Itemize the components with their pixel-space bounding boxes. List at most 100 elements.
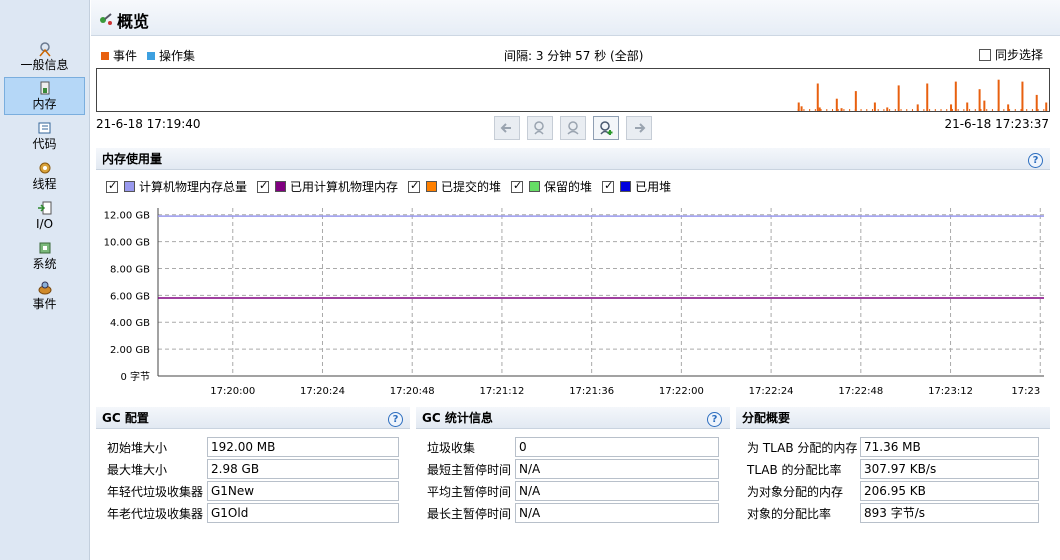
sidebar-item-code[interactable]: 代码 <box>4 117 85 155</box>
row-value[interactable]: 893 字节/s <box>860 503 1039 523</box>
event-tick <box>1043 109 1045 111</box>
row-value[interactable]: 307.97 KB/s <box>860 459 1039 479</box>
allocation-row: 对象的分配比率 893 字节/s <box>747 503 1039 523</box>
gc-stats-row: 平均主暂停时间 N/A <box>427 481 719 501</box>
legend-swatch <box>620 181 632 192</box>
row-value[interactable]: N/A <box>515 459 719 479</box>
legend-label: 保留的堆 <box>544 180 593 194</box>
event-tick <box>849 109 851 111</box>
event-tick <box>877 109 879 111</box>
event-tick <box>946 109 948 111</box>
legend-item-used-physical[interactable]: 已用计算机物理内存 <box>257 178 398 195</box>
row-label: 年轻代垃圾收集器 <box>107 485 204 499</box>
memory-help-button[interactable]: ? <box>1028 153 1043 168</box>
plot-area <box>158 208 1044 376</box>
sidebar-item-threads[interactable]: 线程 <box>4 157 85 195</box>
row-label: 对象的分配比率 <box>747 507 832 521</box>
legend-checkbox[interactable] <box>257 179 270 193</box>
row-label: 初始堆大小 <box>107 441 168 455</box>
event-spike <box>966 102 969 111</box>
events-icon <box>38 281 51 295</box>
interval-label: 间隔: 3 分钟 57 秒 (全部) <box>504 49 644 63</box>
event-tick <box>820 109 822 111</box>
event-tick <box>1031 109 1033 111</box>
legend-item-used-heap[interactable]: 已用堆 <box>602 178 671 195</box>
x-tick-label: 17:22:48 <box>838 386 883 397</box>
row-value[interactable]: 2.98 GB <box>207 459 399 479</box>
legend-swatch <box>426 181 438 192</box>
legend-checkbox[interactable] <box>511 179 524 193</box>
sync-selection-checkbox[interactable]: 同步选择 <box>979 46 1043 63</box>
event-timeline[interactable] <box>96 68 1050 112</box>
legend-item-committed-heap[interactable]: 已提交的堆 <box>408 178 501 195</box>
sidebar-item-memory[interactable]: 内存 <box>4 77 85 115</box>
event-spike <box>897 85 900 111</box>
sidebar-item-events[interactable]: 事件 <box>4 277 85 315</box>
legend-checkbox[interactable] <box>106 179 118 193</box>
event-tick <box>997 109 999 111</box>
event-tick <box>986 109 988 111</box>
memory-usage-chart[interactable]: 0 字节 2.00 GB 4.00 GB 6.00 GB 8.00 GB 10.00 GB… <box>96 200 1050 400</box>
event-tick <box>940 109 942 111</box>
gc-stats-help-button[interactable]: ? <box>707 412 722 427</box>
x-tick-label: 17:21:12 <box>479 386 524 397</box>
row-value[interactable]: 0 <box>515 437 719 457</box>
row-value[interactable]: G1New <box>207 481 399 501</box>
memory-legend: 计算机物理内存总量 已用计算机物理内存 已提交的堆 保留的堆 已用堆 <box>106 178 681 195</box>
gc-config-header: GC 配置 <box>96 407 410 429</box>
event-tick <box>883 109 885 111</box>
sidebar: 一般信息 内存 代码 线程 I/O 系统 事件 <box>0 0 90 560</box>
event-tick <box>860 109 862 111</box>
event-tick <box>963 109 965 111</box>
sidebar-item-general-info[interactable]: 一般信息 <box>4 38 85 76</box>
event-tick <box>1049 109 1050 112</box>
sidebar-item-label: 线程 <box>32 177 57 191</box>
event-tick <box>934 109 936 111</box>
page-title: 概览 <box>117 12 150 31</box>
event-tick <box>889 109 891 111</box>
x-tick-label: 17:20:24 <box>300 386 345 397</box>
row-value[interactable]: 192.00 MB <box>207 437 399 457</box>
legend-label: 已提交的堆 <box>441 180 502 194</box>
memory-panel-title: 内存使用量 <box>102 152 163 166</box>
row-value[interactable]: 206.95 KB <box>860 481 1039 501</box>
x-tick-label: 17:22:00 <box>659 386 704 397</box>
event-tick <box>831 109 833 111</box>
row-label: 最大堆大小 <box>107 463 168 477</box>
y-tick-label: 4.00 GB <box>110 318 150 329</box>
gc-stats-row: 最长主暂停时间 N/A <box>427 503 719 523</box>
row-value[interactable]: N/A <box>515 481 719 501</box>
arrow-left-icon <box>500 123 511 133</box>
row-value[interactable]: 71.36 MB <box>860 437 1039 457</box>
event-tick <box>906 109 908 111</box>
zoom-in-icon <box>600 121 613 135</box>
row-label: TLAB 的分配比率 <box>747 463 842 477</box>
legend-item-total-physical[interactable]: 计算机物理内存总量 <box>106 178 247 195</box>
row-label: 为 TLAB 分配的内存 <box>747 441 858 455</box>
scroll-left-button[interactable] <box>494 116 520 140</box>
event-tick <box>814 109 816 111</box>
events-legend-swatch <box>101 51 109 60</box>
event-spike <box>1035 94 1038 111</box>
row-value[interactable]: N/A <box>515 503 719 523</box>
event-tick <box>809 109 811 111</box>
system-icon <box>39 242 50 254</box>
sidebar-item-io[interactable]: I/O <box>4 197 85 235</box>
event-spike <box>818 107 821 111</box>
sync-selection-box[interactable] <box>979 48 991 61</box>
scroll-right-button[interactable] <box>626 116 652 140</box>
legend-checkbox[interactable] <box>408 179 421 193</box>
zoom-in-button[interactable] <box>593 116 619 140</box>
zoom-out-button[interactable] <box>527 116 553 140</box>
event-tick <box>1026 109 1028 111</box>
row-value[interactable]: G1Old <box>207 503 399 523</box>
sidebar-item-system[interactable]: 系统 <box>4 237 85 275</box>
event-tick <box>980 109 982 111</box>
legend-item-reserved-heap[interactable]: 保留的堆 <box>511 178 592 195</box>
legend-checkbox[interactable] <box>602 179 615 193</box>
zoom-reset-button[interactable] <box>560 116 586 140</box>
gc-config-help-button[interactable]: ? <box>388 412 403 427</box>
y-tick-label: 12.00 GB <box>104 211 151 222</box>
legend-swatch <box>124 181 135 192</box>
event-tick <box>1014 109 1016 111</box>
